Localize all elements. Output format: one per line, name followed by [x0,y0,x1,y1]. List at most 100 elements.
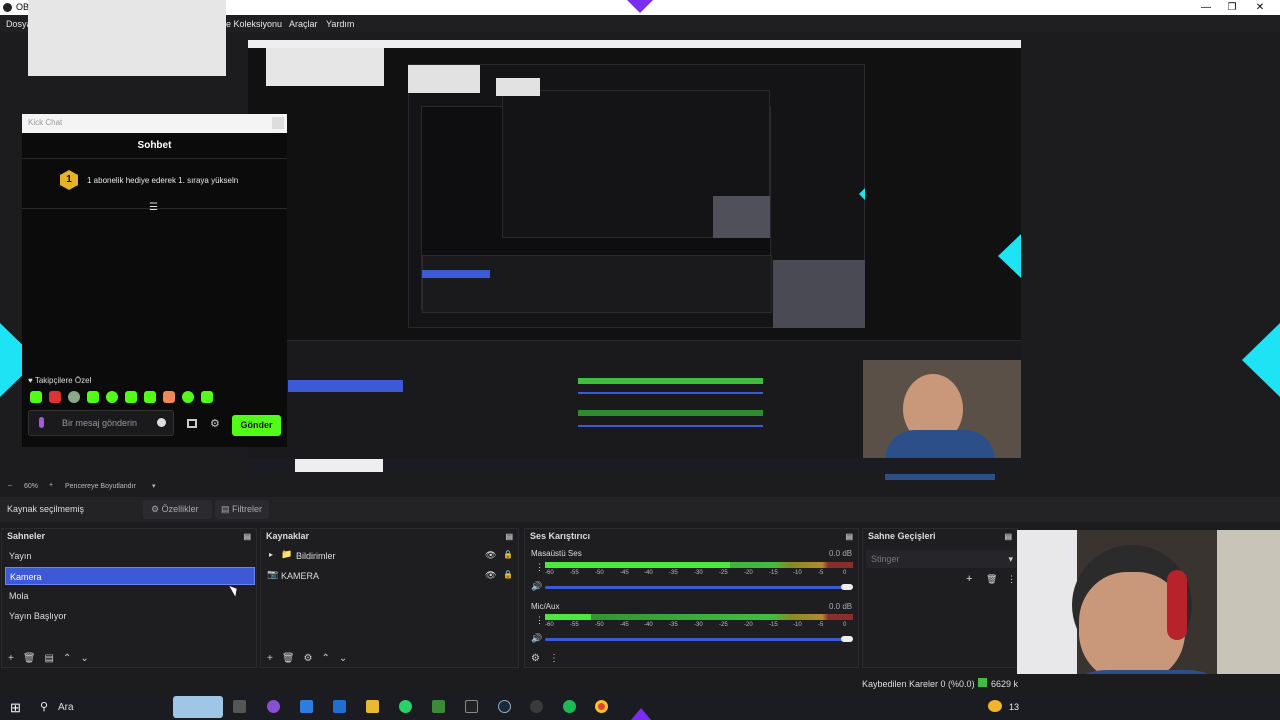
filter-icon[interactable]: ▤ [45,653,54,664]
chevron-down-icon[interactable]: ▾ [152,482,156,490]
taskbar-search[interactable]: Ara [58,702,74,713]
zoom-in-button[interactable]: + [49,482,53,489]
scene-item[interactable]: Yayın [5,547,255,565]
add-source-button[interactable]: + [267,653,273,664]
edge-icon[interactable] [333,700,346,713]
filters-button[interactable]: ▤ Filtreler [215,500,269,519]
volume-meter-level [545,562,730,568]
scenes-header: Sahneler ▤ [2,529,256,544]
trash-icon[interactable]: 🗑 [986,574,997,585]
trash-icon[interactable]: 🗑 [282,653,295,664]
minecraft-icon[interactable] [432,700,445,713]
meter-tick-label: -30 [694,622,703,628]
chrome-icon[interactable] [595,700,608,713]
emote-icon[interactable] [87,391,99,403]
chat-input[interactable]: Bir mesaj gönderin [28,410,174,436]
epic-games-icon[interactable] [465,700,478,713]
volume-slider[interactable] [545,586,845,589]
move-up-button[interactable]: ⌃ [63,653,71,664]
menu-help[interactable]: Yardım [326,19,354,29]
channel-menu-icon[interactable]: ⋮ [535,615,544,626]
mixer-toolbar: ⚙ ⋮ [531,653,568,664]
transitions-title: Sahne Geçişleri [868,531,936,541]
speaker-icon[interactable]: 🔊 [531,633,542,644]
volume-meter-level [545,614,591,620]
volume-slider-handle[interactable] [841,584,853,590]
maximize-button[interactable]: ❐ [1222,1,1242,14]
add-transition-button[interactable]: + [966,573,972,585]
audio-mixer-dock: Ses Karıştırıcı ▤ Masaüstü Ses 0.0 dB ⋮ -… [524,528,859,668]
channel-menu-icon[interactable]: ⋮ [535,562,544,573]
emote-row[interactable] [30,391,215,405]
emote-icon[interactable] [201,391,213,403]
visibility-eye-icon[interactable]: 👁 [485,570,496,581]
emote-icon[interactable] [163,391,175,403]
microphone-icon[interactable] [39,417,44,428]
dock-menu-icon[interactable]: ▤ [1004,532,1012,541]
speaker-icon[interactable]: 🔊 [531,581,542,592]
volume-slider-handle[interactable] [841,636,853,642]
emote-icon[interactable] [125,391,137,403]
close-button[interactable]: ✕ [1250,1,1270,14]
source-row[interactable]: 📷 KAMERA 👁 🔒 [267,569,513,585]
collapse-icon[interactable]: ☰ [149,202,158,213]
nested-webcam-1 [773,260,865,328]
store-icon[interactable] [300,700,313,713]
menu-scene-collection[interactable]: e Koleksiyonu [226,19,282,29]
move-up-button[interactable]: ⌃ [322,653,330,664]
scene-item[interactable]: Mola [5,587,255,605]
mixer-menu-icon[interactable]: ⋮ [549,653,559,664]
scenes-dock: Sahneler ▤ Yayın Kamera Mola Yayın Başlıy… [1,528,257,668]
add-scene-button[interactable]: + [8,653,14,664]
minimize-button[interactable]: — [1196,1,1216,14]
dock-menu-icon[interactable]: ▤ [845,532,853,541]
copilot-icon[interactable] [267,700,280,713]
windows-start-icon[interactable]: ⊞ [10,700,21,716]
scene-item-selected[interactable]: Kamera [5,567,255,585]
zoom-mode[interactable]: Pencereye Boyutlandır [65,483,136,490]
menu-tools[interactable]: Araçlar [289,19,318,29]
spotify-icon[interactable] [563,700,576,713]
dock-menu-icon[interactable]: ▤ [505,532,513,541]
settings-icon[interactable]: ⚙ [210,417,220,430]
emoji-icon[interactable] [157,418,166,427]
visibility-eye-icon[interactable]: 👁 [485,550,496,561]
zoom-out-button[interactable]: – [8,482,12,489]
emote-icon[interactable] [30,391,42,403]
gift-icon[interactable] [187,419,197,428]
lock-icon[interactable]: 🔒 [503,550,513,559]
transition-select[interactable]: Stinger ▾ [866,550,1016,568]
emote-icon[interactable] [182,391,194,403]
properties-button[interactable]: ⚙ Özellikler [143,500,212,519]
move-down-button[interactable]: ⌄ [80,653,88,664]
emote-icon[interactable] [144,391,156,403]
emote-icon[interactable] [68,391,80,403]
task-view-icon[interactable] [233,700,246,713]
lock-icon[interactable]: 🔒 [503,570,513,579]
volume-slider[interactable] [545,638,845,641]
obs-icon[interactable] [530,700,543,713]
transition-menu-icon[interactable]: ⋮ [1007,574,1016,585]
obs-logo-icon [3,3,12,12]
file-explorer-icon[interactable] [366,700,379,713]
send-button[interactable]: Gönder [232,415,281,436]
move-down-button[interactable]: ⌄ [339,653,347,664]
trash-icon[interactable]: 🗑 [23,653,36,664]
search-icon[interactable]: ⚲ [40,700,48,713]
scene-item[interactable]: Yayın Başlıyor [5,607,255,625]
expand-icon[interactable]: ▸ [269,550,273,559]
preview-canvas[interactable] [248,40,1021,480]
advanced-audio-gear-icon[interactable]: ⚙ [531,653,540,664]
dock-menu-icon[interactable]: ▤ [243,532,251,541]
gear-icon[interactable]: ⚙ [304,653,313,664]
meter-tick-label: -60 [545,622,554,628]
whatsapp-icon[interactable] [399,700,412,713]
status-bar: Kaybedilen Kareler 0 (%0.0) 6629 k [0,674,1280,692]
emote-icon[interactable] [106,391,118,403]
emote-icon[interactable] [49,391,61,403]
properties-label: Özellikler [161,504,199,514]
source-row[interactable]: ▸ 📁 Bildirimler 👁 🔒 [267,549,513,565]
chat-close-button[interactable] [272,117,284,129]
steam-icon[interactable] [498,700,511,713]
nested-redacted [266,48,384,86]
